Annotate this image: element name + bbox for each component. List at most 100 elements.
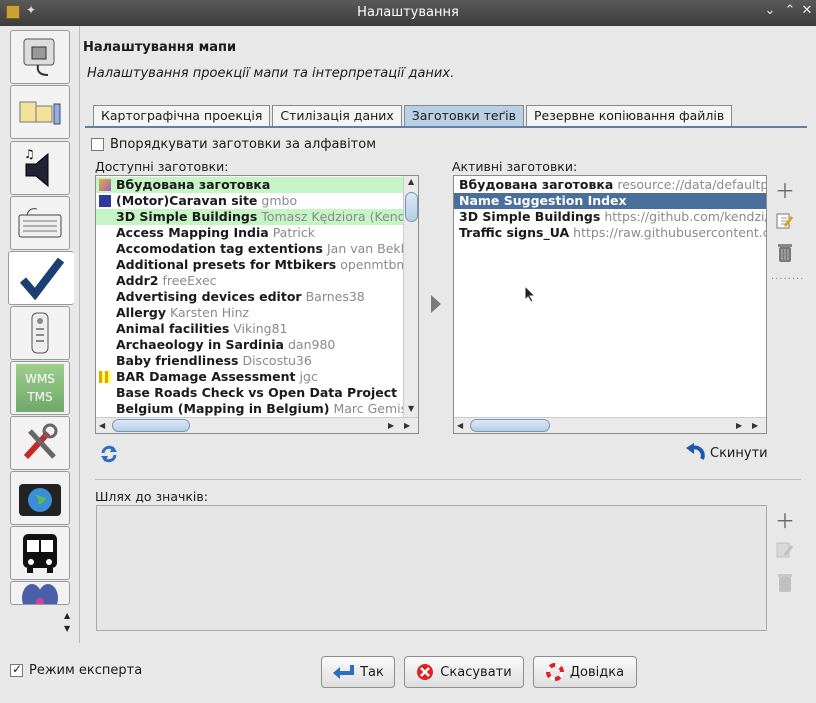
icon-path-list[interactable] xyxy=(96,505,767,631)
preset-name: Additional presets for Mtbikers xyxy=(116,257,337,272)
wms-label: WMS xyxy=(25,372,55,386)
scroll-down-icon[interactable]: ▼ xyxy=(408,404,414,413)
preset-author: Karsten Hinz xyxy=(169,305,250,320)
sidebar-tab-geoimage[interactable] xyxy=(10,471,70,525)
scroll-thumb[interactable] xyxy=(112,419,190,432)
tab-bar: Картографічна проекція Стилізація даних … xyxy=(93,105,734,127)
minimize-icon[interactable]: ⌄ xyxy=(761,3,779,18)
available-preset-item[interactable]: 3D Simple BuildingsTomasz Kędziora (Kend… xyxy=(96,209,403,225)
sort-presets-label: Впорядкувати заготовки за алфавітом xyxy=(110,137,377,152)
sidebar-scroll-up-icon[interactable]: ▲ xyxy=(64,611,70,620)
tab-backup[interactable]: Резервне копіювання файлів xyxy=(526,105,733,127)
scroll-right-icon[interactable]: ▶ xyxy=(404,421,410,430)
preset-author: Discostu36 xyxy=(242,353,312,368)
sidebar-tab-transit[interactable] xyxy=(10,526,70,580)
preset-name: Belgium (Mapping in Belgium) xyxy=(116,401,330,416)
active-preset-item[interactable]: 3D Simple Buildings https://github.com/ke… xyxy=(454,209,766,225)
scroll-thumb[interactable] xyxy=(470,419,550,432)
sidebar-tab-remote[interactable] xyxy=(10,306,70,360)
scroll-thumb[interactable] xyxy=(405,192,418,222)
plug-icon xyxy=(23,38,55,76)
sidebar-scroll-down-icon[interactable]: ▼ xyxy=(64,624,70,633)
cancel-x-icon xyxy=(417,664,434,680)
sidebar-tab-imagery[interactable]: WMS TMS xyxy=(10,361,70,415)
cancel-button[interactable]: Скасувати xyxy=(404,656,524,688)
available-preset-item[interactable]: Advertising devices editor Barnes38 xyxy=(96,289,403,305)
sidebar-tab-more[interactable] xyxy=(10,581,70,605)
sidebar-tab-connection[interactable] xyxy=(10,30,70,84)
add-preset-plus-icon[interactable]: ＋ xyxy=(774,178,796,203)
delete-icon-path-trash-icon[interactable] xyxy=(774,572,796,594)
available-vertical-scrollbar[interactable]: ▲ ▼ xyxy=(403,176,418,417)
settings-sidebar: ♫ WMS TMS ▲ ▼ xyxy=(0,26,80,643)
edit-icon-path-icon[interactable] xyxy=(774,539,796,561)
tab-projection[interactable]: Картографічна проекція xyxy=(93,105,271,127)
available-preset-item[interactable]: Base Roads Check vs Open Data Project xyxy=(96,385,403,401)
camera-globe-icon xyxy=(19,484,61,516)
help-button[interactable]: Довідка xyxy=(533,656,637,688)
scroll-left-icon[interactable]: ◀ xyxy=(457,421,463,430)
sidebar-tab-audio[interactable]: ♫ xyxy=(10,141,70,195)
available-preset-item[interactable]: Вбудована заготовка xyxy=(96,177,403,193)
tab-presets[interactable]: Заготовки теґів xyxy=(403,105,525,127)
expert-mode-row[interactable]: Режим експерта xyxy=(10,662,142,678)
add-to-active-arrow-icon[interactable] xyxy=(430,294,442,314)
reset-button[interactable]: Скинути xyxy=(684,443,768,463)
preset-name: Advertising devices editor xyxy=(116,289,302,304)
sort-presets-checkbox[interactable] xyxy=(91,138,104,151)
preset-source: resource://data/defaultpresets.xml xyxy=(617,177,766,192)
page-subtitle: Налаштування проекції мапи та інтерпрета… xyxy=(87,66,455,81)
sidebar-tab-files[interactable] xyxy=(10,85,70,139)
sidebar-tab-shortcuts[interactable] xyxy=(10,196,70,250)
available-preset-item[interactable]: Addr2 freeExec xyxy=(96,273,403,289)
preset-author: Tomasz Kędziora (Kendzi) xyxy=(261,209,403,224)
expert-mode-checkbox[interactable] xyxy=(10,662,23,677)
active-presets-list[interactable]: Вбудована заготовка resource://data/defau… xyxy=(453,175,767,434)
available-preset-item[interactable]: Accomodation tag extentionsJan van Bekku… xyxy=(96,241,403,257)
add-icon-path-plus-icon[interactable]: ＋ xyxy=(774,508,796,533)
sidebar-tab-plugins[interactable] xyxy=(10,416,70,470)
preset-name: Addr2 xyxy=(116,273,159,288)
available-preset-item[interactable]: Belgium (Mapping in Belgium) Marc Gemis xyxy=(96,401,403,417)
preset-name: Traffic signs_UA xyxy=(459,225,570,240)
tab-styles[interactable]: Стилізація даних xyxy=(272,105,402,127)
grid-icon xyxy=(99,371,111,383)
available-preset-item[interactable]: Additional presets for Mtbikersopenmtbma… xyxy=(96,257,403,273)
edit-preset-icon[interactable] xyxy=(774,210,796,232)
page-title: Налаштування мапи xyxy=(83,40,237,55)
undo-arrow-icon xyxy=(686,443,705,460)
preset-name: Baby friendliness xyxy=(116,353,239,368)
scroll-right-icon[interactable]: ▶ xyxy=(736,421,742,430)
available-preset-item[interactable]: Allergy Karsten Hinz xyxy=(96,305,403,321)
window-title: Налаштування xyxy=(357,5,459,20)
delete-preset-trash-icon[interactable] xyxy=(774,242,796,264)
sort-presets-row[interactable]: Впорядкувати заготовки за алфавітом xyxy=(91,137,376,152)
available-presets-list[interactable]: Вбудована заготовка (Motor)Caravan site gm… xyxy=(95,175,419,434)
return-arrow-icon xyxy=(333,665,355,679)
available-preset-item[interactable]: Archaeology in Sardinia dan980 xyxy=(96,337,403,353)
ok-button[interactable]: Так xyxy=(321,656,395,688)
available-horizontal-scrollbar[interactable]: ◀ ▶ ▶ xyxy=(96,417,418,433)
refresh-icon[interactable] xyxy=(99,444,119,464)
active-preset-item[interactable]: Traffic signs_UA https://raw.githubuserco… xyxy=(454,225,766,241)
preset-name: 3D Simple Buildings xyxy=(459,209,601,224)
active-preset-item[interactable]: Name Suggestion Index xyxy=(454,193,766,209)
available-preset-item[interactable]: (Motor)Caravan site gmbo xyxy=(96,193,403,209)
active-horizontal-scrollbar[interactable]: ◀ ▶ ▶ xyxy=(454,417,766,433)
active-preset-item[interactable]: Вбудована заготовка resource://data/defau… xyxy=(454,177,766,193)
scroll-left-icon[interactable]: ◀ xyxy=(99,421,105,430)
preset-name: Allergy xyxy=(116,305,166,320)
help-button-label: Довідка xyxy=(569,664,625,680)
scroll-right-icon[interactable]: ▶ xyxy=(388,421,394,430)
available-preset-item[interactable]: Animal facilities Viking81 xyxy=(96,321,403,337)
available-preset-item[interactable]: BAR Damage Assessment jgc xyxy=(96,369,403,385)
scroll-up-icon[interactable]: ▲ xyxy=(408,177,414,186)
available-preset-item[interactable]: Access Mapping India Patrick xyxy=(96,225,403,241)
scroll-right-icon[interactable]: ▶ xyxy=(752,421,758,430)
close-icon[interactable]: ✕ xyxy=(798,3,816,18)
sidebar-tab-validator[interactable] xyxy=(8,251,74,305)
maximize-icon[interactable]: ⌃ xyxy=(781,3,799,18)
folders-icon xyxy=(19,101,61,125)
speaker-icon: ♫ xyxy=(24,147,49,188)
available-preset-item[interactable]: Baby friendliness Discostu36 xyxy=(96,353,403,369)
